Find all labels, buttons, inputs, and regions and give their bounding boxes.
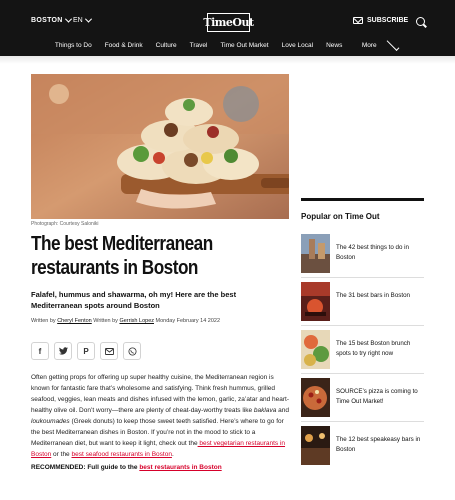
thumbnail-image: [301, 234, 330, 273]
nav-more-label: More: [361, 42, 377, 49]
language-label: EN: [73, 17, 83, 24]
chevron-down-icon: [84, 15, 92, 23]
nav-item-culture[interactable]: Culture: [149, 42, 183, 49]
share-buttons: f P: [31, 342, 141, 360]
chevron-down-icon: [64, 15, 72, 23]
article-body: Often getting props for offering up supe…: [31, 374, 289, 458]
search-icon[interactable]: [416, 17, 425, 26]
hero-image: [31, 74, 289, 219]
pinterest-icon[interactable]: P: [77, 342, 95, 360]
nav-item-things-to-do[interactable]: Things to Do: [48, 42, 98, 49]
byline: Written by Cheryl Fenton Written by Gerr…: [31, 318, 221, 324]
author-link[interactable]: Cheryl Fenton: [57, 318, 92, 324]
subscribe-button[interactable]: SUBSCRIBE: [353, 17, 408, 24]
article-dek: Falafel, hummus and shawarma, oh my! Her…: [31, 290, 237, 310]
timeout-logo[interactable]: TimeOut: [203, 13, 254, 32]
thumbnail-image: [301, 282, 330, 321]
whatsapp-icon[interactable]: [123, 342, 141, 360]
facebook-icon[interactable]: f: [31, 342, 49, 360]
photo-credit: Photograph: Courtesy Saloniki: [31, 221, 99, 227]
popular-item[interactable]: The 12 best speakeasy bars in Boston: [301, 422, 424, 470]
main-nav: Things to Do Food & Drink Culture Travel…: [0, 37, 455, 51]
article-title: The best Mediterranean restaurants in Bo…: [31, 233, 213, 279]
header-shadow: [0, 56, 455, 64]
language-selector[interactable]: EN: [73, 15, 92, 24]
thumbnail-image: [301, 330, 330, 369]
city-selector[interactable]: BOSTON: [31, 15, 72, 24]
email-icon[interactable]: [100, 342, 118, 360]
seafood-restaurants-link[interactable]: best seafood restaurants in Boston: [71, 451, 171, 458]
recommended-line: RECOMMENDED: Full guide to the best rest…: [31, 464, 222, 471]
author-link[interactable]: Gerrish Lopez: [119, 318, 154, 324]
next-heading-cutoff: [31, 490, 291, 500]
sidebar-rule: [301, 198, 424, 201]
city-label: BOSTON: [31, 17, 63, 24]
popular-item[interactable]: The 31 best bars in Boston: [301, 278, 424, 326]
nav-item-food-drink[interactable]: Food & Drink: [98, 42, 149, 49]
subscribe-label: SUBSCRIBE: [367, 17, 409, 24]
nav-item-more[interactable]: More: [349, 37, 407, 51]
popular-list: The 42 best things to do in Boston The 3…: [301, 230, 424, 470]
thumbnail-image: [301, 378, 330, 417]
mail-icon: [353, 17, 363, 24]
nav-item-travel[interactable]: Travel: [183, 42, 214, 49]
thumbnail-image: [301, 426, 330, 465]
popular-item[interactable]: The 15 best Boston brunch spots to try r…: [301, 326, 424, 374]
popular-item[interactable]: SOURCE’s pizza is coming to Time Out Mar…: [301, 374, 424, 422]
nav-item-news[interactable]: News: [320, 42, 349, 49]
twitter-icon[interactable]: [54, 342, 72, 360]
sidebar-heading: Popular on Time Out: [301, 212, 380, 221]
nav-item-love-local[interactable]: Love Local: [275, 42, 319, 49]
nav-item-time-out-market[interactable]: Time Out Market: [214, 42, 275, 49]
publish-date: Monday February 14 2022: [155, 318, 221, 324]
best-restaurants-link[interactable]: best restaurants in Boston: [139, 464, 221, 471]
popular-item[interactable]: The 42 best things to do in Boston: [301, 230, 424, 278]
